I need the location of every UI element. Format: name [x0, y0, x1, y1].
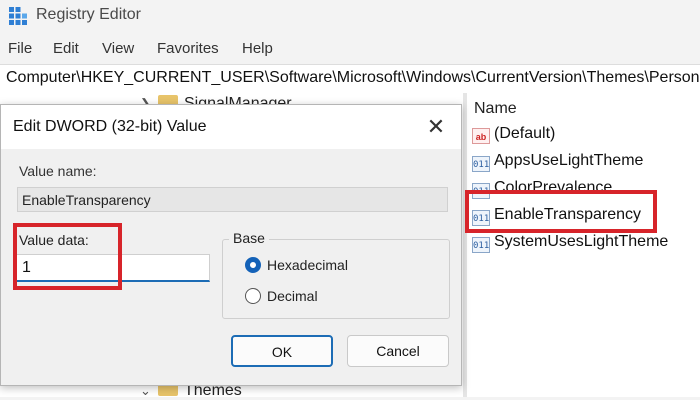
cancel-button[interactable]: Cancel — [347, 335, 449, 367]
dword-value-icon: 011 — [472, 237, 490, 253]
list-item-label: ColorPrevalence — [494, 179, 613, 196]
registry-editor-icon — [9, 7, 27, 25]
value-name-label: Value name: — [19, 163, 97, 179]
dword-value-icon: 011 — [472, 210, 490, 226]
decimal-radio[interactable] — [245, 288, 261, 304]
menu-view[interactable]: View — [102, 40, 134, 57]
close-icon[interactable]: ✕ — [421, 113, 451, 141]
hexadecimal-radio[interactable] — [245, 257, 261, 273]
window-title: Registry Editor — [36, 6, 141, 23]
list-item-label: (Default) — [494, 125, 556, 142]
dword-value-icon: 011 — [472, 183, 490, 199]
edit-dword-dialog: Edit DWORD (32-bit) Value ✕ Value name: … — [0, 104, 462, 386]
ok-button[interactable]: OK — [231, 335, 333, 367]
list-item[interactable]: ab (Default) — [472, 125, 555, 147]
address-path[interactable]: Computer\HKEY_CURRENT_USER\Software\Micr… — [6, 69, 700, 87]
value-data-label: Value data: — [19, 232, 89, 248]
list-item-label: EnableTransparency — [494, 206, 642, 223]
value-name-text: EnableTransparency — [22, 192, 151, 208]
list-item[interactable]: 011 EnableTransparency — [472, 206, 641, 228]
title-bar: Registry Editor — [0, 0, 700, 32]
base-group — [222, 239, 450, 319]
list-item[interactable]: 011 ColorPrevalence — [472, 179, 612, 201]
dialog-title: Edit DWORD (32-bit) Value — [13, 118, 207, 135]
address-bar[interactable]: Computer\HKEY_CURRENT_USER\Software\Micr… — [0, 64, 700, 94]
menu-favorites[interactable]: Favorites — [157, 40, 219, 57]
hexadecimal-label[interactable]: Hexadecimal — [267, 257, 348, 273]
value-name-field: EnableTransparency — [17, 187, 448, 212]
base-label: Base — [229, 230, 269, 246]
decimal-label[interactable]: Decimal — [267, 288, 318, 304]
column-header-name[interactable]: Name — [474, 100, 517, 118]
menu-file[interactable]: File — [8, 40, 32, 57]
list-item-label: AppsUseLightTheme — [494, 152, 644, 169]
list-item[interactable]: 011 AppsUseLightTheme — [472, 152, 643, 174]
string-value-icon: ab — [472, 128, 490, 144]
list-item-label: SystemUsesLightTheme — [494, 233, 669, 250]
dword-value-icon: 011 — [472, 156, 490, 172]
menu-edit[interactable]: Edit — [53, 40, 79, 57]
menu-bar: File Edit View Favorites Help — [0, 34, 700, 62]
dialog-title-bar[interactable]: Edit DWORD (32-bit) Value ✕ — [1, 105, 461, 149]
menu-help[interactable]: Help — [242, 40, 273, 57]
value-data-input[interactable] — [15, 254, 210, 282]
list-item[interactable]: 011 SystemUsesLightTheme — [472, 233, 668, 255]
